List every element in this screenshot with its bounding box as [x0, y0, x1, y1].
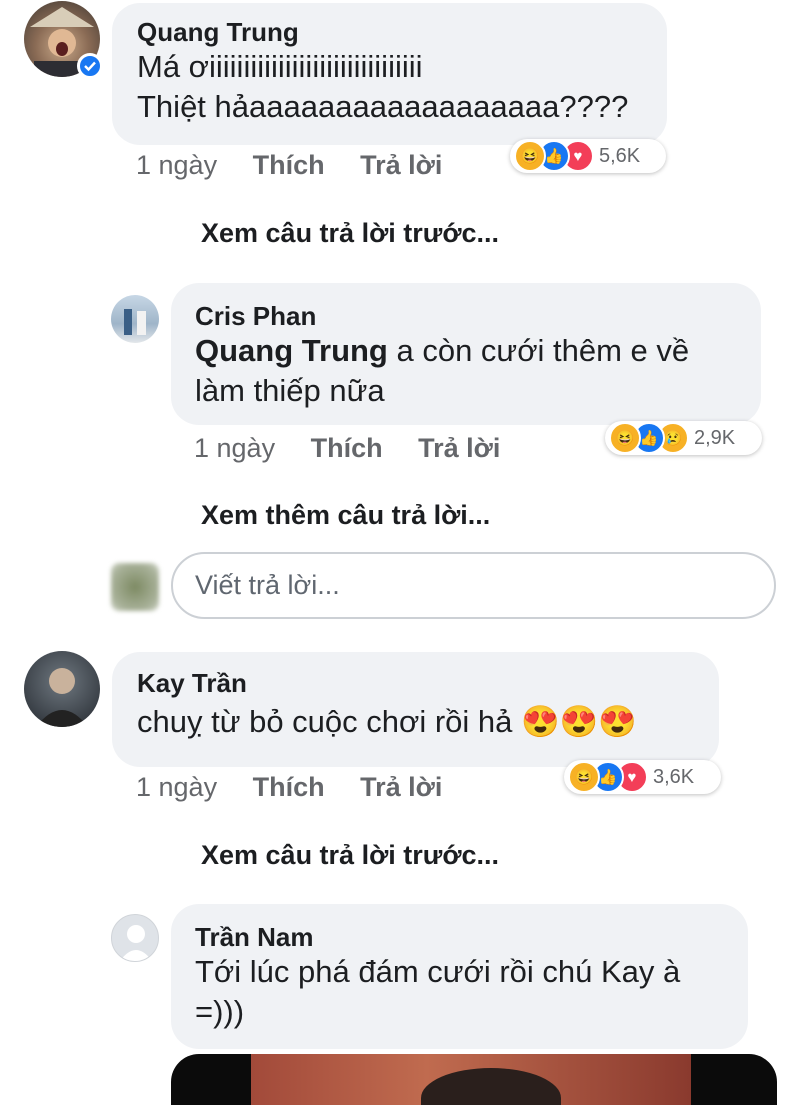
mention-link[interactable]: Quang Trung	[195, 333, 388, 368]
heart-eyes-emoji: 😍😍😍	[521, 704, 637, 739]
verified-badge-icon	[77, 53, 103, 79]
avatar-cris-phan[interactable]	[111, 295, 159, 343]
like-button[interactable]: Thích	[253, 150, 325, 180]
view-previous-replies[interactable]: Xem câu trả lời trước...	[201, 218, 499, 249]
reaction-summary[interactable]: 😆 👍 ♥ 3,6K	[564, 760, 721, 794]
haha-icon: 😆	[568, 761, 600, 793]
comment-text-line: Thiệt hảaaaaaaaaaaaaaaaaaa????	[137, 89, 629, 124]
avatar-kay-tran[interactable]	[24, 651, 100, 727]
reply-text: a còn cưới thêm e về	[387, 333, 690, 368]
comment-text-line: Má ơiiiiiiiiiiiiiiiiiiiiiiiiiiiiiii	[137, 49, 423, 84]
reply-author[interactable]: Trần Nam	[195, 922, 748, 952]
reply-button[interactable]: Trả lời	[360, 772, 442, 802]
reply-image-attachment[interactable]	[171, 1054, 777, 1105]
comment-timestamp[interactable]: 1 ngày	[136, 150, 217, 180]
view-previous-replies[interactable]: Xem câu trả lời trước...	[201, 840, 499, 871]
reply-text-line: =)))	[195, 994, 245, 1029]
reaction-count: 2,9K	[694, 426, 736, 449]
comment-actions: 1 ngày Thích Trả lời	[136, 772, 470, 803]
default-user-icon	[120, 925, 152, 961]
reply-bubble[interactable]: Cris Phan Quang Trung a còn cưới thêm e …	[171, 283, 761, 425]
haha-icon: 😆	[514, 140, 546, 172]
avatar-image	[124, 309, 146, 335]
reply-text-line: Quang Trung a còn cưới thêm e về	[195, 331, 761, 371]
comment-author[interactable]: Kay Trần	[137, 668, 719, 698]
avatar-tran-nam[interactable]	[111, 914, 159, 962]
haha-icon: 😆	[609, 422, 641, 454]
reply-actions: 1 ngày Thích Trả lời	[194, 433, 528, 464]
reply-text-line: Tới lúc phá đám cưới rồi chú Kay à	[195, 954, 681, 989]
reaction-summary[interactable]: 😆 👍 😢 2,9K	[605, 421, 762, 455]
reply-button[interactable]: Trả lời	[418, 433, 500, 463]
comment-text: chuỵ từ bỏ cuộc chơi rồi hả	[137, 704, 513, 739]
reaction-count: 3,6K	[653, 765, 695, 788]
comment-bubble[interactable]: Quang Trung Má ơiiiiiiiiiiiiiiiiiiiiiiii…	[112, 3, 667, 145]
comment-author[interactable]: Quang Trung	[137, 17, 667, 47]
like-button[interactable]: Thích	[253, 772, 325, 802]
reply-author[interactable]: Cris Phan	[195, 301, 761, 331]
comment-bubble[interactable]: Kay Trần chuỵ từ bỏ cuộc chơi rồi hả 😍😍😍	[112, 652, 719, 767]
reply-input[interactable]: Viết trả lời...	[171, 552, 776, 619]
reply-bubble[interactable]: Trần Nam Tới lúc phá đám cưới rồi chú Ka…	[171, 904, 748, 1049]
current-user-avatar	[111, 563, 159, 611]
like-button[interactable]: Thích	[311, 433, 383, 463]
reply-button[interactable]: Trả lời	[360, 150, 442, 180]
reaction-count: 5,6K	[599, 144, 641, 167]
reply-text-line: làm thiếp nữa	[195, 373, 385, 408]
avatar-image	[36, 668, 88, 727]
comment-actions: 1 ngày Thích Trả lời	[136, 150, 470, 181]
comment-timestamp[interactable]: 1 ngày	[136, 772, 217, 802]
reply-timestamp[interactable]: 1 ngày	[194, 433, 275, 463]
view-more-replies[interactable]: Xem thêm câu trả lời...	[201, 500, 490, 531]
reaction-summary[interactable]: 😆 👍 ♥ 5,6K	[510, 139, 666, 173]
comment-text-line: chuỵ từ bỏ cuộc chơi rồi hả 😍😍😍	[137, 702, 719, 742]
